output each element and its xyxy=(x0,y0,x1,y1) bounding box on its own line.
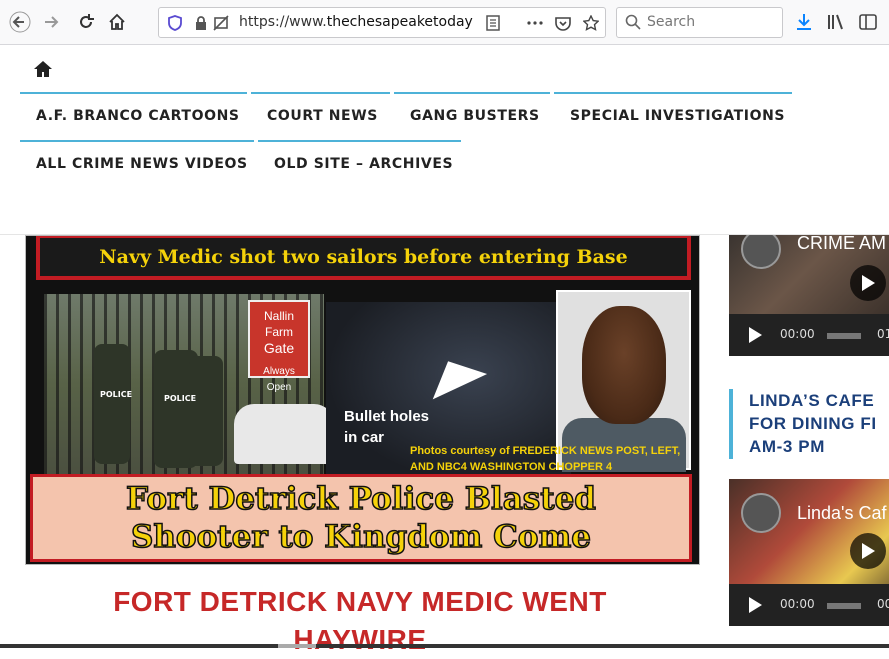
shield-icon[interactable] xyxy=(165,13,185,33)
play-button-icon[interactable] xyxy=(749,597,762,613)
police-officer xyxy=(189,356,223,466)
library-icon[interactable] xyxy=(822,8,850,36)
face xyxy=(582,306,666,424)
pocket-icon[interactable] xyxy=(553,13,573,33)
credit-line: Photos courtesy of FREDERICK NEWS POST, … xyxy=(410,445,681,457)
lock-icon[interactable] xyxy=(191,13,211,33)
nav-item-label: COURT NEWS xyxy=(267,108,378,124)
nav-item-label: SPECIAL INVESTIGATIONS xyxy=(570,108,786,124)
sidebar-heading-line: LINDA’S CAFE xyxy=(749,391,875,410)
top-banner-text: Navy Medic shot two sailors before enter… xyxy=(99,246,628,268)
sign-line: Always Open xyxy=(263,366,295,393)
sidebar-heading-line: AM-3 PM xyxy=(749,437,825,456)
channel-avatar xyxy=(741,493,781,533)
nav-item-label: GANG BUSTERS xyxy=(410,108,540,124)
credit-line: AND NBC4 WASHINGTON CHOPPER 4 xyxy=(410,461,613,473)
sidebar-heading-line: FOR DINING FI xyxy=(749,414,877,433)
police-label: POLICE xyxy=(100,390,133,399)
sidebar-heading[interactable]: LINDA’S CAFE FOR DINING FI AM-3 PM xyxy=(729,389,889,459)
play-overlay-icon[interactable] xyxy=(850,533,886,569)
sidebar-toggle-icon[interactable] xyxy=(854,8,882,36)
article-title-line: HAYWIRE xyxy=(293,624,427,655)
video-title: Linda's Caf xyxy=(797,503,887,523)
featured-image[interactable]: Navy Medic shot two sailors before enter… xyxy=(25,235,700,565)
top-banner-inner: Navy Medic shot two sailors before enter… xyxy=(40,238,687,276)
bullet-holes-caption: Bullet holes in car xyxy=(344,406,429,448)
search-icon xyxy=(625,14,641,34)
nav-item-af-branco-cartoons[interactable]: A.F. BRANCO CARTOONS xyxy=(20,92,247,136)
scrollbar-thumb[interactable] xyxy=(278,644,316,648)
url-bar[interactable]: https://www.thechesapeaketoday xyxy=(158,7,606,38)
url-host: thechesapeaketoday xyxy=(326,14,473,30)
nav-item-old-site-archives[interactable]: OLD SITE – ARCHIVES xyxy=(258,140,461,184)
nav-item-all-crime-news-videos[interactable]: ALL CRIME NEWS VIDEOS xyxy=(20,140,254,184)
video-duration: 01 xyxy=(877,327,889,341)
search-placeholder: Search xyxy=(647,14,696,30)
bottom-banner-line: Fort Detrick Police Blasted xyxy=(125,480,596,518)
url-scheme: https://www. xyxy=(239,14,327,30)
home-browser-icon[interactable] xyxy=(103,8,131,36)
search-bar[interactable]: Search xyxy=(616,7,783,38)
horizontal-scrollbar[interactable] xyxy=(0,644,889,648)
forward-icon[interactable] xyxy=(38,8,66,36)
reload-icon[interactable] xyxy=(72,8,100,36)
bullet-line: Bullet holes xyxy=(344,408,430,425)
video-controls: 00:00 00 xyxy=(729,584,889,626)
police-label: POLICE xyxy=(164,394,197,403)
video-progress-bar[interactable] xyxy=(827,603,861,609)
nav-item-court-news[interactable]: COURT NEWS xyxy=(251,92,390,136)
bottom-banner-line: Shooter to Kingdom Come xyxy=(130,518,592,556)
nav-item-label: A.F. BRANCO CARTOONS xyxy=(36,108,240,124)
reader-view-icon[interactable] xyxy=(483,13,503,33)
bookmark-star-icon[interactable] xyxy=(581,13,601,33)
nav-item-gang-busters[interactable]: GANG BUSTERS xyxy=(394,92,550,136)
more-actions-icon[interactable] xyxy=(525,13,545,33)
home-icon[interactable] xyxy=(33,60,53,78)
article-title-line: FORT DETRICK NAVY MEDIC WENT xyxy=(113,586,607,617)
sign-line: Nallin Farm xyxy=(263,309,294,339)
download-icon[interactable] xyxy=(790,8,818,36)
gate-sign: Nallin Farm Gate Always Open xyxy=(248,300,310,393)
video-duration: 00 xyxy=(877,597,889,611)
video-title: CRIME AM xyxy=(797,235,887,253)
video-time: 00:00 xyxy=(780,327,815,341)
nav-item-label: OLD SITE – ARCHIVES xyxy=(274,156,454,172)
top-banner: Navy Medic shot two sailors before enter… xyxy=(36,236,691,280)
play-button-icon[interactable] xyxy=(749,327,762,343)
permissions-icon[interactable] xyxy=(211,13,231,33)
police-officer xyxy=(94,344,130,464)
sidebar-video-2[interactable]: Linda's Caf 00:00 00 xyxy=(729,479,889,626)
nav-item-label: ALL CRIME NEWS VIDEOS xyxy=(36,156,248,172)
video-controls: 00:00 01 xyxy=(729,314,889,356)
photo-credit: Photos courtesy of FREDERICK NEWS POST, … xyxy=(410,443,680,475)
url-text: https://www.thechesapeaketoday xyxy=(239,14,479,30)
video-progress-bar[interactable] xyxy=(827,333,861,339)
back-icon[interactable] xyxy=(6,8,34,36)
site-header: A.F. BRANCO CARTOONS COURT NEWS GANG BUS… xyxy=(0,46,889,234)
sign-line: Gate xyxy=(263,340,295,356)
browser-toolbar: https://www.thechesapeaketoday Search xyxy=(0,0,889,45)
play-overlay-icon[interactable] xyxy=(850,265,886,301)
bottom-banner: Fort Detrick Police Blasted Shooter to K… xyxy=(30,474,692,562)
car xyxy=(234,404,334,464)
video-time: 00:00 xyxy=(780,597,815,611)
sidebar-video-1[interactable]: CRIME AM 00:00 01 xyxy=(729,235,889,356)
main-content: Navy Medic shot two sailors before enter… xyxy=(0,234,889,655)
nav-item-special-investigations[interactable]: SPECIAL INVESTIGATIONS xyxy=(554,92,792,136)
